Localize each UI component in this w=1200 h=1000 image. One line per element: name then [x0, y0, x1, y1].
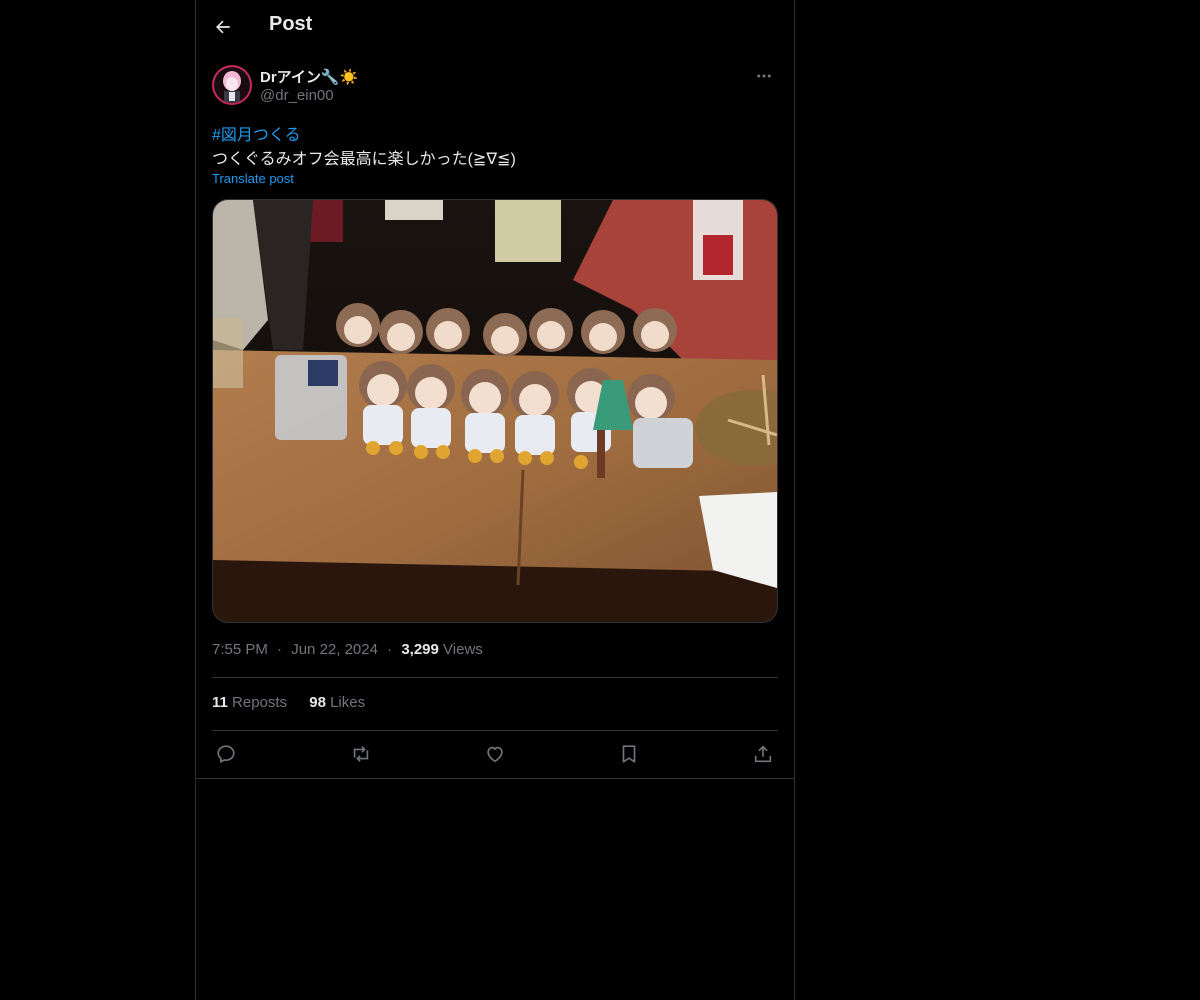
- post-date[interactable]: Jun 22, 2024: [291, 641, 378, 658]
- reply-button[interactable]: [212, 740, 240, 768]
- engagement-stats: 11 Reposts 98 Likes: [212, 694, 383, 711]
- reply-icon: [217, 745, 235, 763]
- heart-icon: [487, 746, 503, 763]
- avatar-image: [214, 67, 250, 103]
- meta-separator: ·: [277, 641, 283, 658]
- reposts-label: Reposts: [232, 694, 288, 711]
- arrow-left-icon: [216, 20, 230, 34]
- back-button[interactable]: [207, 11, 239, 43]
- likes-label: Likes: [330, 694, 366, 711]
- likes-count: 98: [309, 694, 326, 711]
- more-horizontal-icon: [757, 74, 771, 78]
- post-time[interactable]: 7:55 PM: [212, 641, 268, 658]
- views-label: Views: [443, 641, 483, 658]
- post-meta: 7:55 PM · Jun 22, 2024 · 3,299 Views: [212, 641, 483, 658]
- repost-button[interactable]: [347, 740, 375, 768]
- reposts-stat[interactable]: 11 Reposts: [212, 694, 287, 711]
- post-text: つくぐるみオフ会最高に楽しかった(≧∇≦): [212, 151, 516, 168]
- avatar[interactable]: [212, 65, 252, 105]
- action-bar: [212, 740, 778, 768]
- divider: [212, 677, 778, 678]
- author-display-name[interactable]: Drアイン🔧☀️: [260, 66, 358, 87]
- translate-post-link[interactable]: Translate post: [212, 171, 294, 186]
- page-title: Post: [269, 13, 313, 35]
- repost-icon: [353, 746, 369, 762]
- views-count: 3,299: [401, 641, 439, 658]
- photo-image: [213, 200, 777, 622]
- post-column: Post Drアイン🔧☀️ @dr_ein00 #図月つくる つくぐるみオフ会最…: [195, 0, 795, 1000]
- likes-stat[interactable]: 98 Likes: [309, 694, 365, 711]
- hashtag-link[interactable]: #図月つくる: [212, 121, 301, 145]
- post-photo[interactable]: [212, 199, 778, 623]
- post-bottom-border: [196, 778, 794, 779]
- bookmark-icon: [622, 745, 636, 763]
- divider: [212, 730, 778, 731]
- like-button[interactable]: [481, 740, 509, 768]
- post-header: Post: [196, 0, 794, 53]
- share-icon: [754, 745, 772, 763]
- author-row: Drアイン🔧☀️ @dr_ein00: [212, 64, 778, 108]
- reposts-count: 11: [212, 694, 228, 711]
- bookmark-button[interactable]: [615, 740, 643, 768]
- share-button[interactable]: [749, 740, 777, 768]
- meta-separator: ·: [387, 641, 393, 658]
- more-options-button[interactable]: [750, 64, 778, 88]
- author-handle[interactable]: @dr_ein00: [260, 87, 334, 104]
